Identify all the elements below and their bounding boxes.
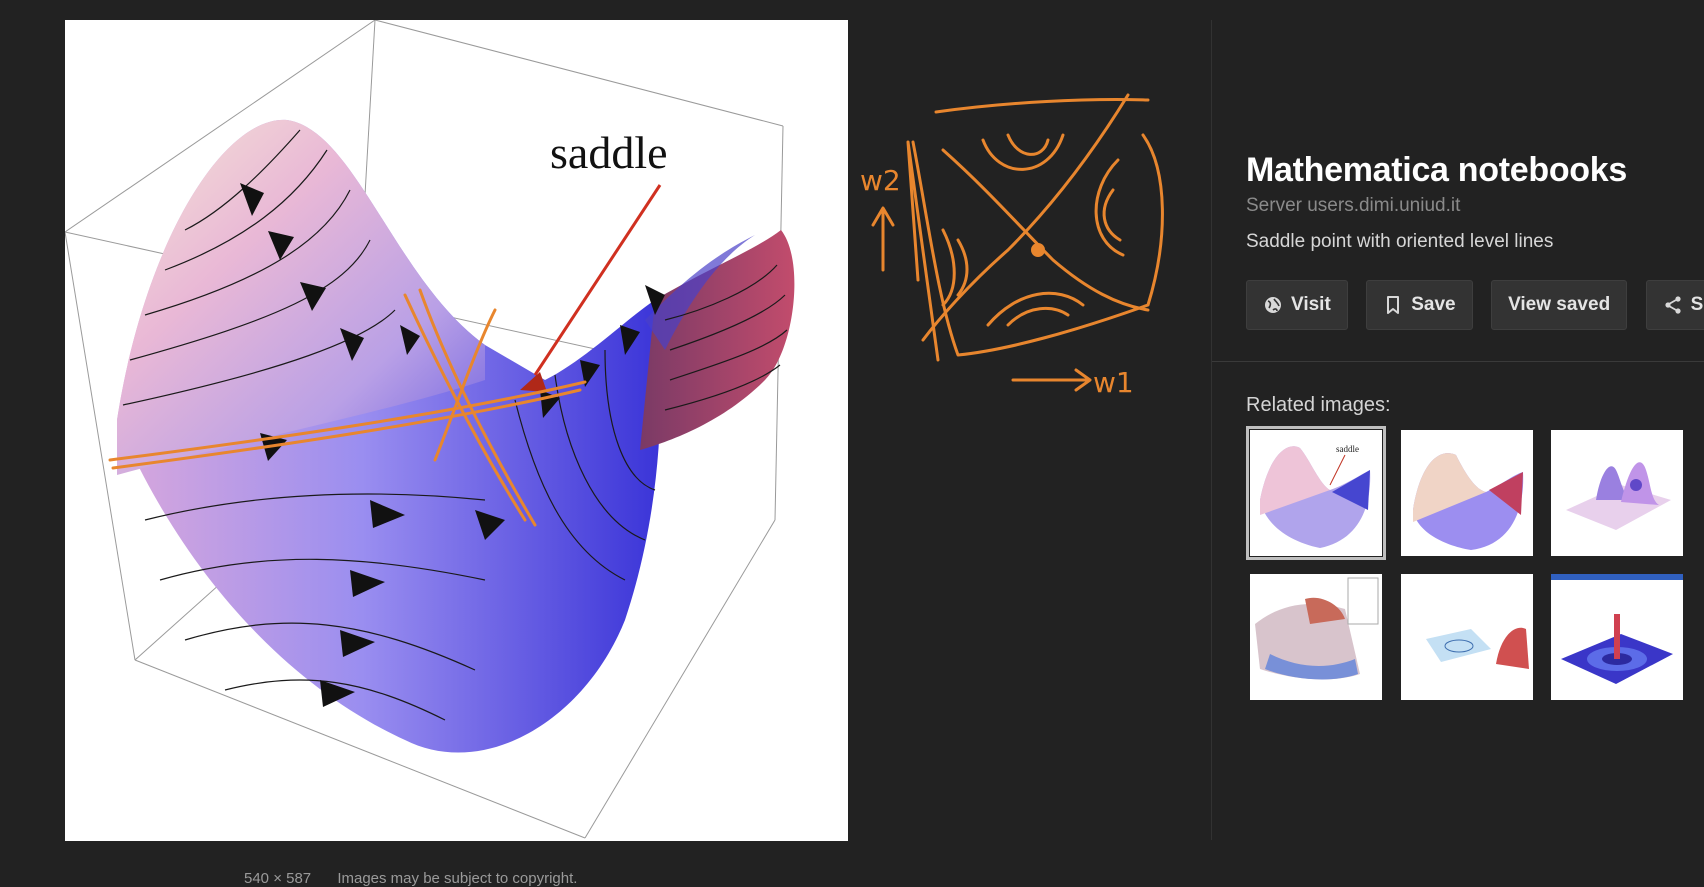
bookmark-icon <box>1387 296 1400 314</box>
image-description: Saddle point with oriented level lines <box>1246 231 1554 252</box>
related-thumb-2[interactable] <box>1401 430 1533 556</box>
view-saved-label: View saved <box>1508 294 1611 315</box>
saddle-label: saddle <box>550 127 668 178</box>
related-thumb-4[interactable] <box>1250 574 1382 700</box>
panel-divider <box>1211 20 1212 840</box>
page-title[interactable]: Mathematica notebooks <box>1246 148 1704 192</box>
share-icon <box>1665 296 1681 314</box>
sketch-top-edge <box>934 98 1150 114</box>
sketch-level-right-2 <box>1102 188 1122 242</box>
share-label: Share <box>1690 294 1704 315</box>
sketch-level-bottom-1 <box>986 291 1085 327</box>
copyright-notice: Images may be subject to copyright. <box>337 870 578 887</box>
sketch-axis-w1: w1 <box>1093 366 1134 399</box>
sketch-saddle-point <box>1031 243 1045 257</box>
save-button[interactable]: Save <box>1366 280 1473 330</box>
sketch-left-edge <box>906 140 940 362</box>
sketch-diagonal-1 <box>921 93 1130 342</box>
related-images-heading: Related images: <box>1246 394 1391 416</box>
globe-icon <box>1265 297 1281 313</box>
sketch-up-arrow <box>871 206 895 272</box>
visit-label: Visit <box>1291 294 1331 315</box>
sketch-level-top-1 <box>981 133 1065 171</box>
image-meta: 540 × 587 Images may be subject to copyr… <box>244 870 599 887</box>
related-thumb-6[interactable] <box>1551 574 1683 700</box>
thumb-saddle-label: saddle <box>1336 444 1359 454</box>
view-saved-button[interactable]: View saved <box>1491 280 1628 330</box>
sketch-level-right-1 <box>1094 158 1125 257</box>
sketch-level-left-2 <box>956 238 969 297</box>
preview-image[interactable]: saddle <box>65 20 848 841</box>
sketch-level-bottom-2 <box>1006 306 1070 327</box>
sketch-contour-boundary <box>911 133 1164 357</box>
action-bar: Visit Save View saved Share <box>1246 280 1704 334</box>
source-domain[interactable]: Server users.dimi.uniud.it <box>1246 194 1704 218</box>
sketch-level-left-1 <box>941 228 956 307</box>
sketch-diagonal-2 <box>941 148 1150 312</box>
pen-sketch: w2 w1 <box>848 80 1188 420</box>
save-label: Save <box>1411 294 1456 315</box>
share-button[interactable]: Share <box>1645 280 1704 330</box>
related-thumb-1[interactable]: saddle <box>1246 426 1386 560</box>
image-info-panel: Mathematica notebooks Server users.dimi.… <box>1246 148 1704 330</box>
section-divider <box>1212 361 1704 362</box>
related-thumb-3[interactable] <box>1551 430 1683 556</box>
image-size: 540 × 587 <box>244 870 312 887</box>
related-thumb-5[interactable] <box>1401 574 1533 700</box>
sketch-axis-w2: w2 <box>860 164 901 197</box>
visit-button[interactable]: Visit <box>1246 280 1348 330</box>
sketch-right-arrow <box>1011 368 1092 392</box>
sketch-level-top-2 <box>1006 133 1050 156</box>
